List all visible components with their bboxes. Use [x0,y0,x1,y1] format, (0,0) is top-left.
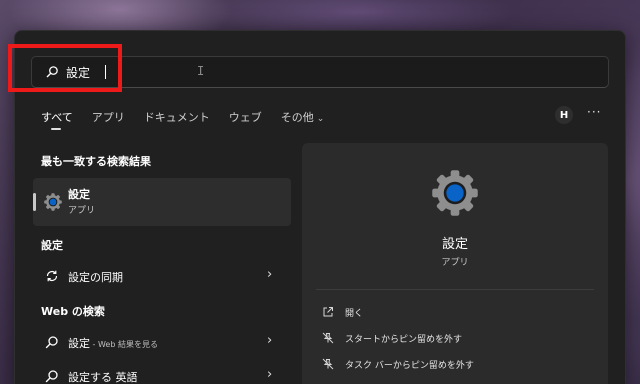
unpin-icon [322,358,334,370]
chevron-right-icon: › [267,333,273,348]
web-search-heading: Web の検索 [41,305,105,318]
tab-all[interactable]: すべて [41,109,73,130]
web-result-label: 設定 - Web 結果を見る [68,335,158,351]
list-item-settings-sync[interactable]: 設定の同期 › [33,263,291,289]
settings-gear-icon [432,170,478,216]
preview-app-type: アプリ [441,258,469,268]
action-open-label: 開く [345,309,364,319]
chevron-right-icon: › [267,267,273,282]
list-item-web-result-1[interactable]: 設定 - Web 結果を見る › [33,329,291,355]
open-icon [323,307,333,317]
sync-icon [46,270,58,282]
more-options-button[interactable]: ··· [587,105,601,119]
search-icon [45,370,58,383]
web-result-label: 設定する 英語 [68,371,138,384]
tab-more[interactable]: その他 ⌄ [281,109,325,125]
best-match-heading: 最も一致する検索結果 [41,155,151,168]
selection-indicator [33,193,36,211]
action-unpin-taskbar-label: タスク バーからピン留めを外す [345,361,474,371]
unpin-icon [322,332,334,344]
chevron-right-icon: › [267,367,273,382]
search-icon [45,336,58,349]
tab-web[interactable]: ウェブ [229,109,262,125]
action-unpin-start-label: スタートからピン留めを外す [345,335,463,345]
settings-gear-icon [44,193,62,211]
best-match-result[interactable]: 設定 アプリ [33,178,291,226]
web-result-query: 設定 [68,337,90,350]
web-result-sub: - Web 結果を見る [90,340,158,349]
result-preview-pane: 設定 アプリ 開く スタートからピン留めを外す タスク バーからピン留めを外す [302,143,608,384]
divider [316,289,594,290]
best-match-type: アプリ [68,206,96,216]
mouse-ibeam-cursor: I [197,64,205,78]
best-match-name: 設定 [68,188,90,201]
tab-more-label: その他 [280,111,314,124]
settings-sync-label: 設定の同期 [68,271,123,284]
preview-app-name: 設定 [441,237,468,252]
red-annotation-box [8,44,122,92]
tab-documents[interactable]: ドキュメント [144,109,210,125]
list-item-web-result-2[interactable]: 設定する 英語 › [33,363,291,384]
user-avatar[interactable]: H [555,106,573,124]
chevron-down-icon: ⌄ [316,114,325,124]
tab-apps[interactable]: アプリ [92,109,125,125]
settings-section-heading: 設定 [41,239,63,252]
search-filter-tabs: すべて アプリ ドキュメント ウェブ その他 ⌄ [41,107,343,130]
